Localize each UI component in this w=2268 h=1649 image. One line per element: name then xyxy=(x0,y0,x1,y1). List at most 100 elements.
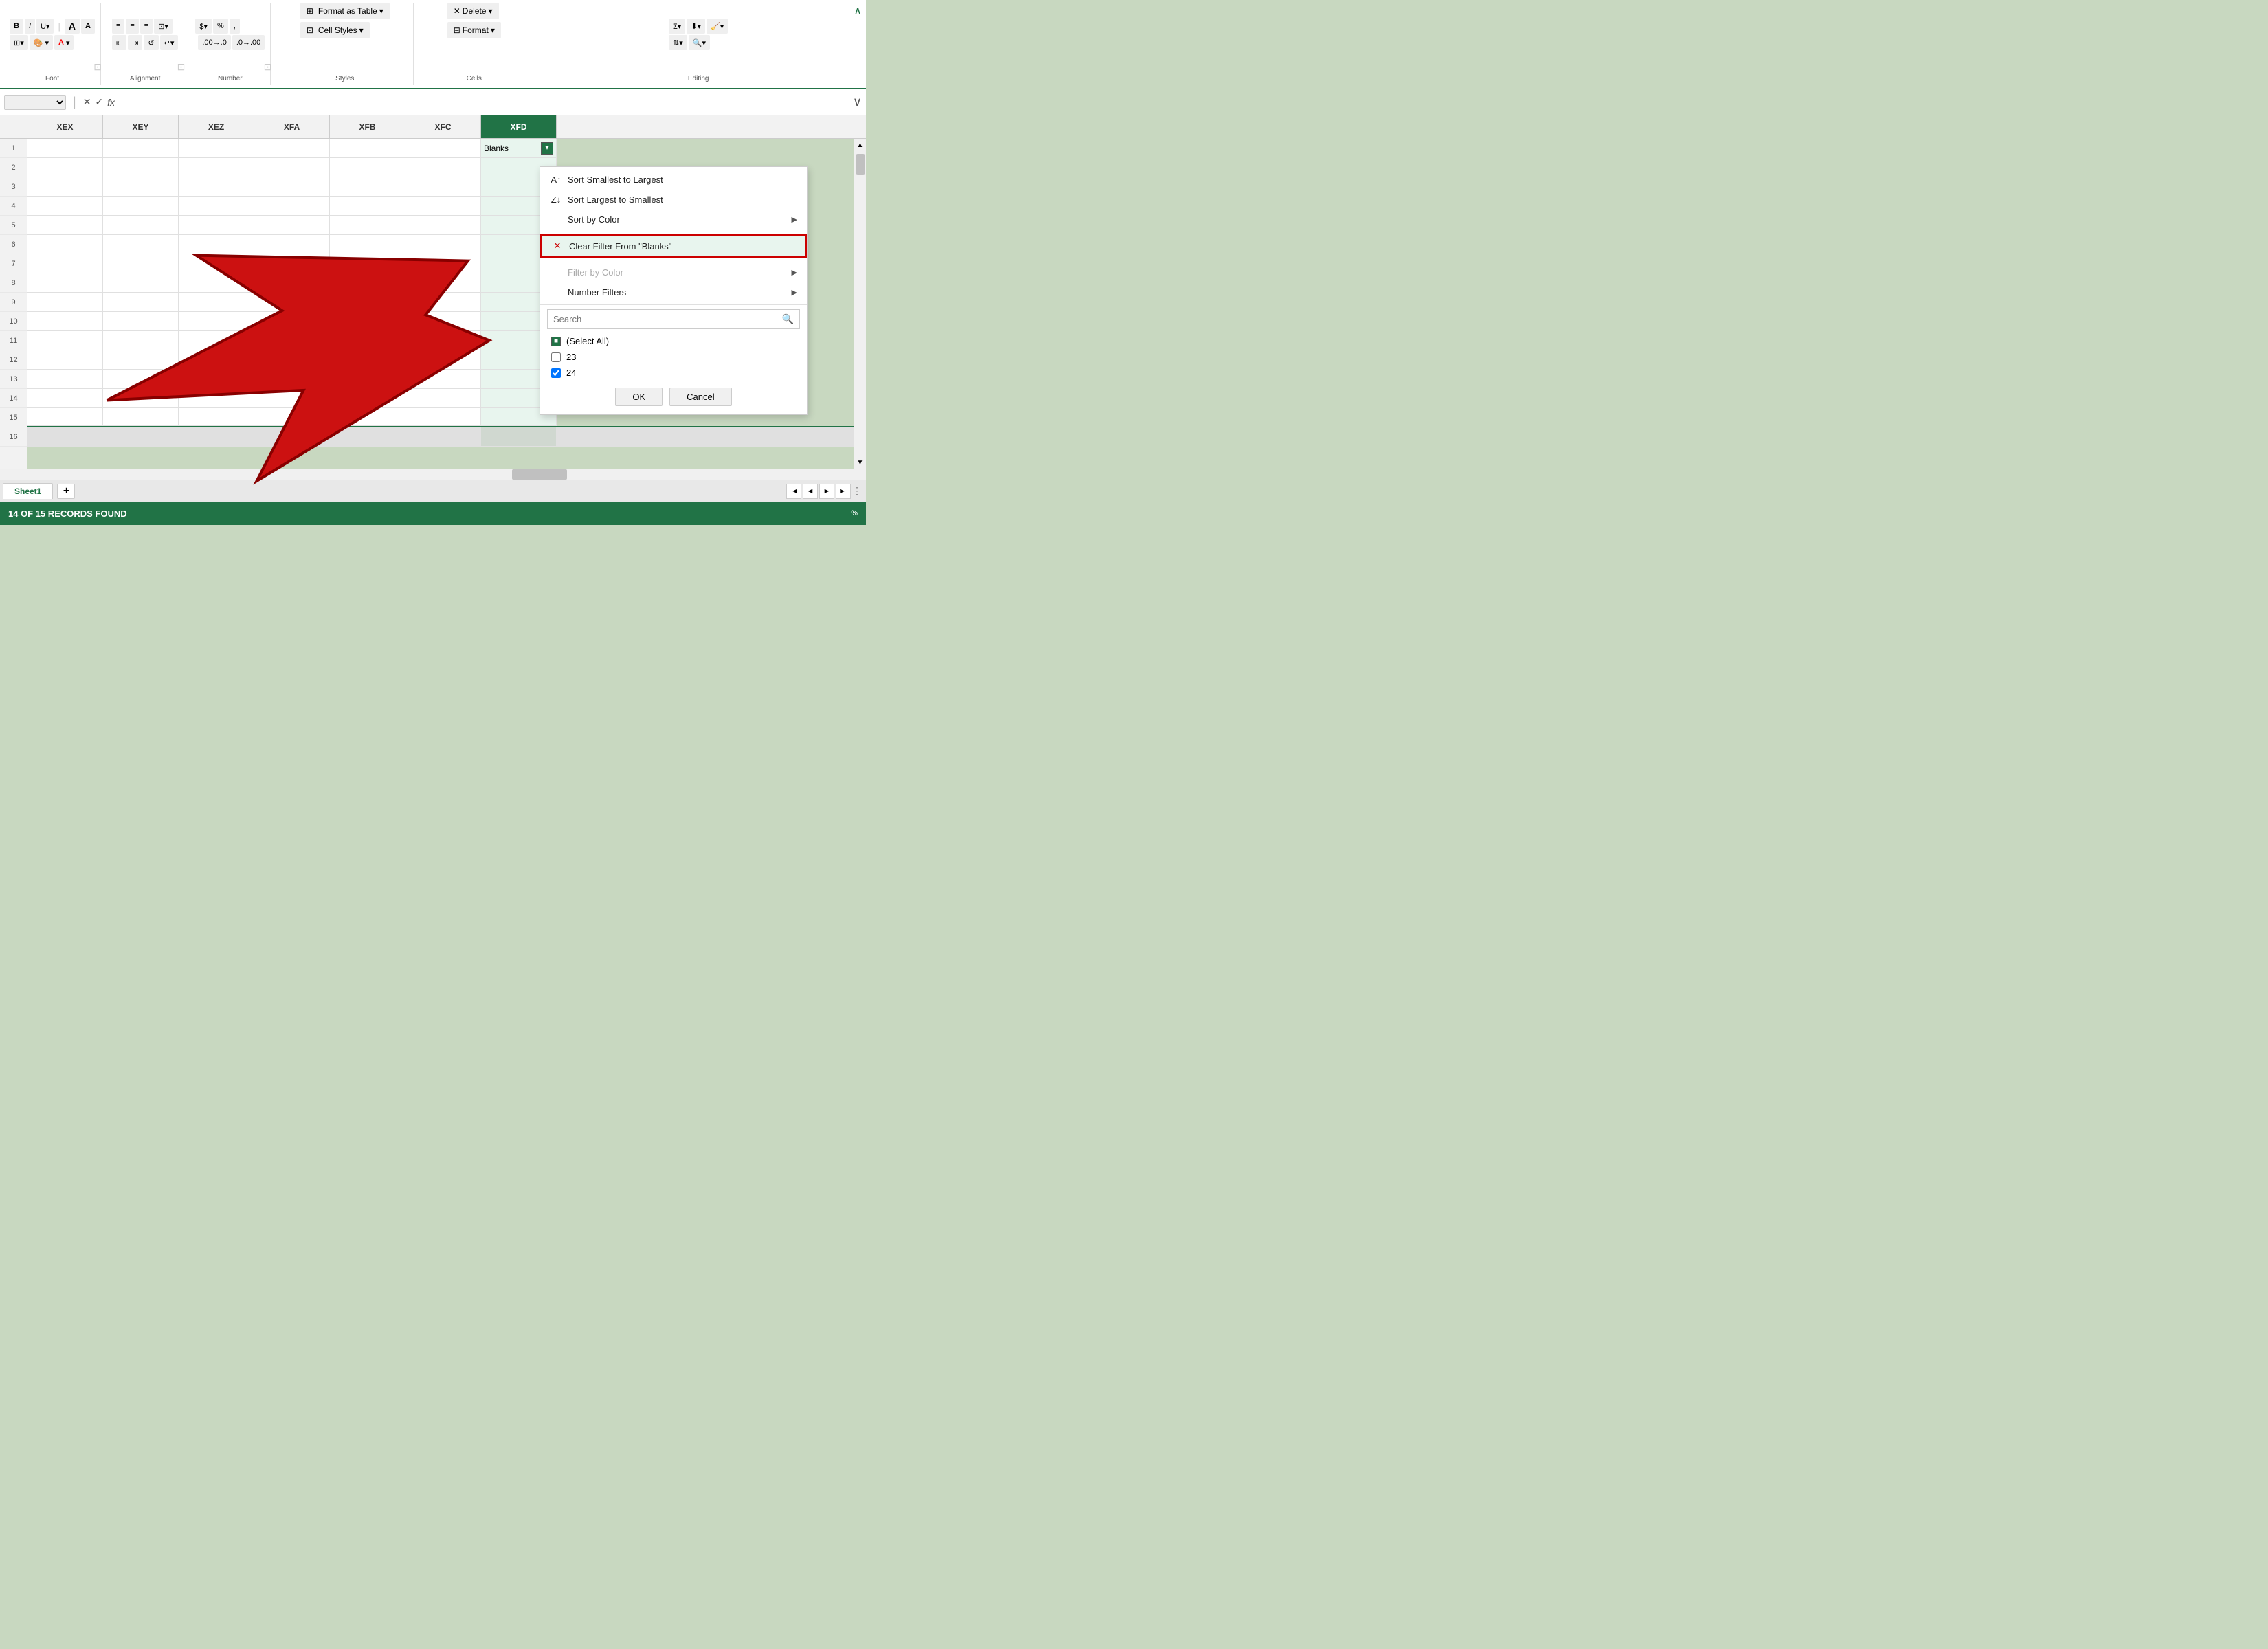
cell[interactable] xyxy=(27,389,103,408)
cell[interactable] xyxy=(103,197,179,216)
autosum-button[interactable]: Σ▾ xyxy=(669,19,685,34)
cell[interactable] xyxy=(330,389,405,408)
cell[interactable] xyxy=(27,370,103,389)
cell[interactable] xyxy=(254,273,330,293)
ribbon-collapse-button[interactable]: ∧ xyxy=(854,4,862,18)
cell[interactable] xyxy=(405,216,481,235)
cell[interactable] xyxy=(27,273,103,293)
align-center-button[interactable]: ≡ xyxy=(126,19,138,34)
cell[interactable] xyxy=(254,331,330,350)
sheet-nav-last-button[interactable]: ►| xyxy=(836,484,851,499)
horizontal-scrollbar[interactable] xyxy=(0,469,854,480)
cell[interactable] xyxy=(179,273,254,293)
cell[interactable] xyxy=(103,158,179,177)
cell[interactable] xyxy=(405,235,481,254)
cell[interactable] xyxy=(330,273,405,293)
list-item[interactable]: 23 xyxy=(547,349,800,365)
format-button[interactable]: ⊟ Format ▾ xyxy=(447,22,501,38)
cell-r1c1[interactable] xyxy=(27,139,103,158)
cell[interactable] xyxy=(330,370,405,389)
cell[interactable] xyxy=(330,350,405,370)
delete-button[interactable]: ✕ Delete ▾ xyxy=(447,3,499,19)
cell[interactable] xyxy=(330,312,405,331)
sort-filter-button[interactable]: ⇅▾ xyxy=(669,35,687,50)
cell[interactable] xyxy=(179,370,254,389)
cell[interactable] xyxy=(179,350,254,370)
cell[interactable] xyxy=(179,408,254,426)
list-item[interactable]: ■ (Select All) xyxy=(547,333,800,349)
cell[interactable] xyxy=(27,331,103,350)
cell[interactable] xyxy=(405,158,481,177)
cell[interactable] xyxy=(405,350,481,370)
cell-r1c2[interactable] xyxy=(103,139,179,158)
orientation-button[interactable]: ↺ xyxy=(144,35,158,50)
col-header-xey[interactable]: XEY xyxy=(103,115,179,138)
cell[interactable] xyxy=(27,293,103,312)
cell-r1c7-filter[interactable]: Blanks ▾ xyxy=(481,139,557,158)
cell[interactable] xyxy=(103,312,179,331)
fill-button[interactable]: ⬇▾ xyxy=(687,19,705,34)
sheet-tabs-menu-button[interactable]: ⋮ xyxy=(851,485,863,497)
font-size-up-button[interactable]: A xyxy=(65,19,80,34)
cell[interactable] xyxy=(330,177,405,197)
cell[interactable] xyxy=(254,408,330,426)
cell[interactable] xyxy=(179,177,254,197)
cell[interactable] xyxy=(254,158,330,177)
dec-places-button[interactable]: .00→.0 xyxy=(198,35,230,50)
percent-button[interactable]: % xyxy=(213,19,228,34)
cell[interactable] xyxy=(103,331,179,350)
align-right-button[interactable]: ≡ xyxy=(140,19,153,34)
col-header-xfd[interactable]: XFD xyxy=(481,115,557,138)
cell[interactable] xyxy=(254,235,330,254)
cell[interactable] xyxy=(103,254,179,273)
cell[interactable] xyxy=(330,293,405,312)
cell[interactable] xyxy=(179,216,254,235)
col-header-xfc[interactable]: XFC xyxy=(405,115,481,138)
cell[interactable] xyxy=(179,293,254,312)
cell[interactable] xyxy=(330,254,405,273)
cell[interactable] xyxy=(254,350,330,370)
sort-color-item[interactable]: Sort by Color ▶ xyxy=(540,210,807,229)
cell[interactable] xyxy=(179,254,254,273)
cell[interactable] xyxy=(254,254,330,273)
scroll-up-button[interactable]: ▲ xyxy=(854,139,866,151)
cell[interactable] xyxy=(405,273,481,293)
cell[interactable] xyxy=(27,197,103,216)
cell[interactable] xyxy=(179,235,254,254)
merge-button[interactable]: ⊡▾ xyxy=(154,19,173,34)
cell[interactable] xyxy=(405,331,481,350)
comma-button[interactable]: , xyxy=(230,19,240,34)
cell-r1c4[interactable] xyxy=(254,139,330,158)
cell[interactable] xyxy=(405,389,481,408)
cell[interactable] xyxy=(27,158,103,177)
cell[interactable] xyxy=(103,389,179,408)
scroll-thumb[interactable] xyxy=(856,154,865,175)
cell[interactable] xyxy=(179,312,254,331)
cell[interactable] xyxy=(330,216,405,235)
sheet-tab-sheet1[interactable]: Sheet1 xyxy=(3,483,53,499)
cell[interactable] xyxy=(330,197,405,216)
cancel-button[interactable]: Cancel xyxy=(669,388,731,406)
clear-button[interactable]: 🧹▾ xyxy=(707,19,728,34)
col-header-xez[interactable]: XEZ xyxy=(179,115,254,138)
cell[interactable] xyxy=(254,293,330,312)
cell[interactable] xyxy=(103,216,179,235)
item-23-checkbox[interactable] xyxy=(551,352,561,362)
col-header-xfa[interactable]: XFA xyxy=(254,115,330,138)
list-item[interactable]: 24 xyxy=(547,365,800,381)
cell[interactable] xyxy=(103,370,179,389)
cancel-icon[interactable]: ✕ xyxy=(83,96,91,108)
ok-button[interactable]: OK xyxy=(615,388,663,406)
cell[interactable] xyxy=(103,235,179,254)
cell[interactable] xyxy=(103,293,179,312)
bold-button[interactable]: B xyxy=(10,19,23,34)
currency-button[interactable]: $▾ xyxy=(195,19,212,34)
cell[interactable] xyxy=(405,197,481,216)
cell[interactable] xyxy=(405,370,481,389)
cell[interactable] xyxy=(254,389,330,408)
cell-r1c5[interactable] xyxy=(330,139,405,158)
cell[interactable] xyxy=(103,350,179,370)
cell[interactable] xyxy=(330,158,405,177)
sort-asc-item[interactable]: A↑ Sort Smallest to Largest xyxy=(540,170,807,190)
increase-indent-button[interactable]: ⇥ xyxy=(128,35,142,50)
